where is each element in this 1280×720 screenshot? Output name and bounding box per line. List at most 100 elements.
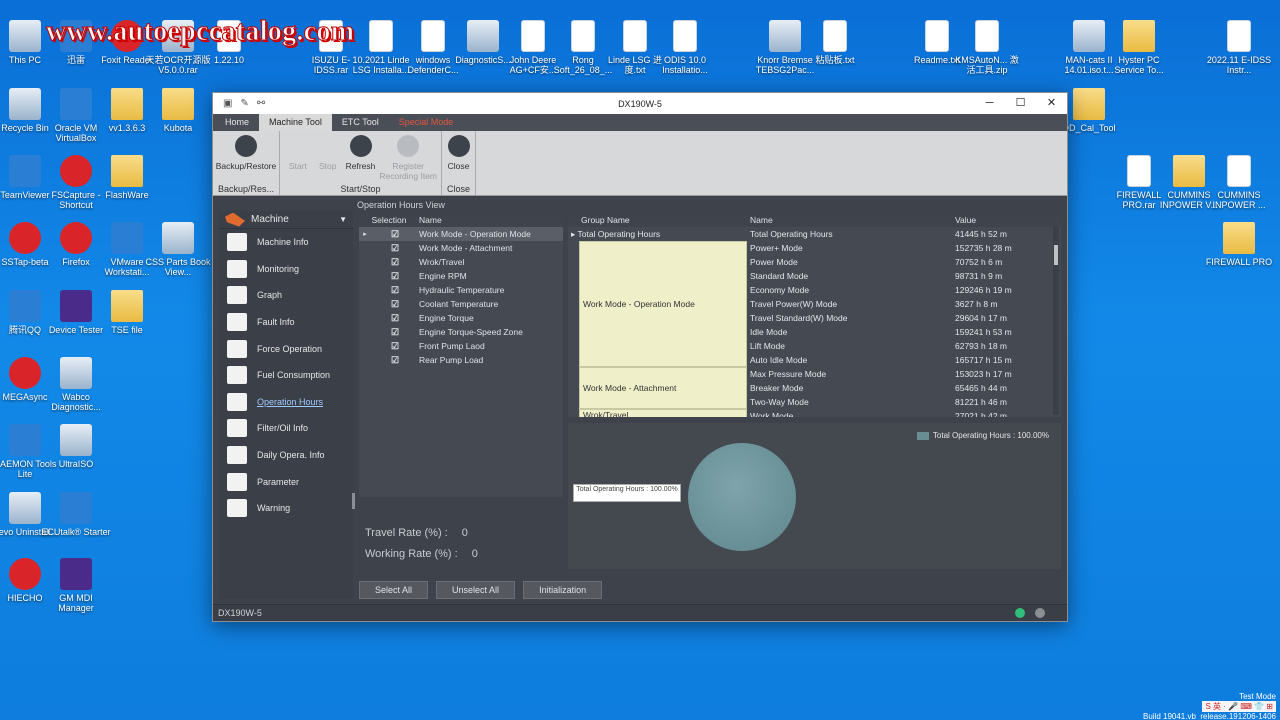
travel-rate-label: Travel Rate (%) : — [365, 527, 448, 539]
name-cell: Power+ Mode — [750, 243, 803, 253]
desktop-icon[interactable]: Kubota — [143, 88, 213, 133]
select-all-button[interactable]: Select All — [359, 581, 429, 599]
selection-row[interactable]: ☑ Work Mode - Attachment — [359, 241, 563, 255]
desktop-icon[interactable]: Hyster PC Service To... — [1104, 20, 1174, 75]
row-checkbox[interactable]: ☑ — [371, 341, 419, 352]
sidebar-item[interactable]: Monitoring — [219, 256, 353, 283]
group-cell-operation-mode[interactable]: Work Mode - Operation Mode — [579, 241, 747, 367]
desktop-icon[interactable]: CSS Parts Book View... — [143, 222, 213, 277]
selection-row-label: Coolant Temperature — [419, 299, 499, 309]
register-recording-label: Register Recording Item — [379, 161, 438, 181]
initialization-button[interactable]: Initialization — [523, 581, 603, 599]
ribbon: Backup/Restore Backup/Res... Start Stop … — [213, 131, 1067, 196]
sidebar-item[interactable]: Filter/Oil Info — [219, 415, 353, 442]
desktop-icon[interactable]: KMSAutoN... 激活工具.zip — [952, 20, 1022, 75]
backup-restore-button[interactable]: Backup/Restore — [216, 133, 276, 181]
desktop-icon-label: ECUtalk® Starter — [41, 527, 111, 537]
sidebar-item[interactable]: Operation Hours — [219, 389, 353, 416]
row-checkbox[interactable]: ☑ — [371, 243, 419, 254]
selection-row[interactable]: ☑ Front Pump Laod — [359, 339, 563, 353]
desktop-icon[interactable]: ODIS 10.0 Installatio... — [650, 20, 720, 75]
pie-slice-label: Total Operating Hours : 100.00% — [573, 484, 681, 502]
ribbon-group-label: Start/Stop — [340, 184, 381, 194]
tab-etc-tool[interactable]: ETC Tool — [332, 114, 389, 131]
group-cell-work-travel[interactable]: Wrok/Travel — [579, 409, 747, 417]
sidebar-item[interactable]: Warning — [219, 495, 353, 522]
desktop-file-icon — [823, 20, 847, 52]
ribbon-group-backup: Backup/Restore Backup/Res... — [213, 131, 280, 195]
row-checkbox[interactable]: ☑ — [371, 229, 419, 240]
ime-toolbar[interactable]: S 英 · 🎤 ⌨ 👕 ⊞ — [1202, 701, 1276, 712]
sidebar-item[interactable]: Force Operation — [219, 335, 353, 362]
desktop-blue-icon — [111, 222, 143, 254]
sidebar-item[interactable]: Machine Info — [219, 229, 353, 256]
table-row[interactable]: ▸ Total Operating Hours Total Operating … — [568, 227, 1061, 241]
name-cell: Work Mode — [750, 411, 794, 417]
selection-row[interactable]: ☑ Coolant Temperature — [359, 297, 563, 311]
unselect-all-button[interactable]: Unselect All — [436, 581, 516, 599]
desktop-icon[interactable]: UltraISO — [41, 424, 111, 469]
sidebar-item[interactable]: Graph — [219, 282, 353, 309]
row-checkbox[interactable]: ☑ — [371, 285, 419, 296]
name-cell: Economy Mode — [750, 285, 810, 295]
desktop-icon[interactable]: Wabco Diagnostic... — [41, 357, 111, 412]
sidebar-header[interactable]: Machine ▼ — [219, 211, 353, 229]
sidebar-splitter[interactable] — [352, 493, 355, 509]
value-cell: 81221 h 46 m — [955, 397, 1007, 407]
sidebar-item[interactable]: Parameter — [219, 468, 353, 495]
operation-hours-table: Group Name Name Value ▸ Total Operating … — [568, 215, 1061, 417]
row-checkbox[interactable]: ☑ — [371, 257, 419, 268]
desktop-app-icon — [1073, 20, 1105, 52]
stop-icon — [317, 135, 339, 157]
selection-row[interactable]: ☑ Engine Torque-Speed Zone — [359, 325, 563, 339]
selection-row[interactable]: ☑ Wrok/Travel — [359, 255, 563, 269]
row-checkbox[interactable]: ☑ — [371, 299, 419, 310]
list-icon — [227, 472, 247, 491]
start-button[interactable]: Start — [283, 133, 313, 181]
desktop-app-icon — [769, 20, 801, 52]
table-scrollbar[interactable] — [1053, 227, 1059, 415]
selection-header: Selection Name — [359, 215, 563, 227]
legend-label: Total Operating Hours : 100.00% — [932, 431, 1049, 440]
selection-row-label: Front Pump Laod — [419, 341, 485, 351]
desktop-icon[interactable]: FIREWALL PRO — [1204, 222, 1274, 267]
selection-row[interactable]: ☑ Rear Pump Load — [359, 353, 563, 367]
desktop-icon[interactable]: FlashWare — [92, 155, 162, 200]
selection-row[interactable]: ▸ ☑ Work Mode - Operation Mode — [359, 227, 563, 241]
selection-row[interactable]: ☑ Hydraulic Temperature — [359, 283, 563, 297]
value-cell: 65465 h 44 m — [955, 383, 1007, 393]
desktop-icon[interactable]: CUMMINS INPOWER ... — [1204, 155, 1274, 210]
stop-button[interactable]: Stop — [313, 133, 343, 181]
register-recording-button[interactable]: Register Recording Item — [378, 133, 438, 181]
desktop-icon[interactable]: GM MDI Manager — [41, 558, 111, 613]
desktop-folder-icon — [111, 155, 143, 187]
drop-icon — [227, 419, 247, 438]
desktop-icon[interactable]: 粘贴板.txt — [800, 20, 870, 65]
sidebar-item[interactable]: Fault Info — [219, 309, 353, 336]
row-checkbox[interactable]: ☑ — [371, 327, 419, 338]
desktop-app-icon — [9, 492, 41, 524]
sidebar-item[interactable]: Daily Opera. Info — [219, 442, 353, 469]
desktop-icon[interactable]: TSE file — [92, 290, 162, 335]
chart-legend: Total Operating Hours : 100.00% — [916, 431, 1049, 440]
close-button[interactable]: Close — [445, 133, 472, 181]
selection-row[interactable]: ☑ Engine Torque — [359, 311, 563, 325]
row-checkbox[interactable]: ☑ — [371, 313, 419, 324]
refresh-button[interactable]: Refresh — [343, 133, 379, 181]
sidebar: Machine ▼ Machine Info Monitoring Graph Fau… — [219, 211, 353, 599]
name-column-header: Name — [750, 215, 773, 225]
desktop-icon[interactable]: ECUtalk® Starter — [41, 492, 111, 537]
tab-special-mode[interactable]: Special Mode — [389, 114, 464, 131]
row-checkbox[interactable]: ☑ — [371, 271, 419, 282]
desktop-app-icon — [162, 222, 194, 254]
group-cell-attachment[interactable]: Work Mode - Attachment — [579, 367, 747, 409]
sidebar-item[interactable]: Fuel Consumption — [219, 362, 353, 389]
tab-home[interactable]: Home — [215, 114, 259, 131]
selection-panel: Selection Name ▸ ☑ Work Mode - Operation M… — [359, 215, 563, 497]
selection-row[interactable]: ☑ Engine RPM — [359, 269, 563, 283]
tab-machine-tool[interactable]: Machine Tool — [259, 114, 332, 131]
scrollbar-thumb[interactable] — [1054, 245, 1058, 265]
row-checkbox[interactable]: ☑ — [371, 355, 419, 366]
desktop-icon[interactable]: 2022.11 E-IDSS Instr... — [1204, 20, 1274, 75]
summary-group-cell: ▸ Total Operating Hours — [568, 229, 747, 240]
